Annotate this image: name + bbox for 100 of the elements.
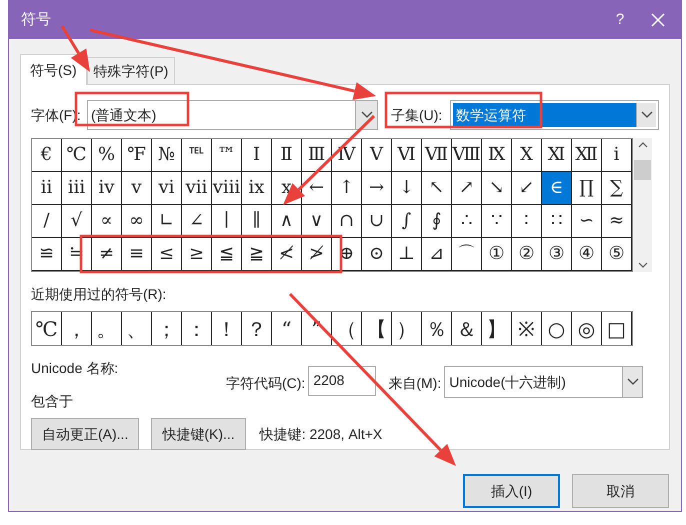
recent-symbol-cell[interactable]: ◎ — [572, 312, 602, 345]
symbol-cell[interactable]: ℡ — [182, 139, 212, 172]
symbol-cell[interactable]: ≮ — [272, 238, 302, 271]
symbol-cell[interactable]: ↖ — [422, 172, 452, 205]
symbol-cell[interactable]: ≦ — [212, 238, 242, 271]
symbol-cell[interactable]: ↗ — [452, 172, 482, 205]
symbol-cell[interactable]: ∧ — [272, 205, 302, 238]
recent-symbol-cell[interactable]: 】 — [482, 312, 512, 345]
symbol-cell[interactable]: √ — [62, 205, 92, 238]
recent-symbol-cell[interactable]: 、 — [122, 312, 152, 345]
symbol-cell[interactable]: ∴ — [452, 205, 482, 238]
tab[interactable]: 符号(S) — [20, 54, 87, 85]
help-button[interactable]: ? — [605, 8, 635, 32]
symbol-cell[interactable]: ↑ — [332, 172, 362, 205]
symbol-cell[interactable]: ⊥ — [392, 238, 422, 271]
symbol-cell[interactable]: ∞ — [122, 205, 152, 238]
scroll-down-icon[interactable] — [638, 262, 648, 268]
symbol-cell[interactable]: ↘ — [482, 172, 512, 205]
symbol-cell[interactable]: ∈ — [542, 172, 572, 205]
symbol-cell[interactable]: ∮ — [422, 205, 452, 238]
symbol-cell[interactable]: Ⅻ — [572, 139, 602, 172]
symbol-cell[interactable]: ℃ — [62, 139, 92, 172]
symbol-cell[interactable]: ⅲ — [62, 172, 92, 205]
symbol-cell[interactable]: Ⅷ — [452, 139, 482, 172]
symbol-cell[interactable]: ≯ — [302, 238, 332, 271]
symbol-cell[interactable]: Ⅸ — [482, 139, 512, 172]
symbol-cell[interactable]: Ⅵ — [392, 139, 422, 172]
symbol-cell[interactable]: ⌒ — [452, 238, 482, 271]
symbol-cell[interactable]: ∥ — [242, 205, 272, 238]
char-code-field[interactable]: 2208 — [308, 366, 376, 396]
symbol-cell[interactable]: % — [92, 139, 122, 172]
symbol-cell[interactable]: ∩ — [332, 205, 362, 238]
symbol-cell[interactable]: ⅷ — [212, 172, 242, 205]
symbol-cell[interactable]: ∪ — [362, 205, 392, 238]
recent-symbol-cell[interactable]: ○ — [542, 312, 572, 345]
recent-symbol-cell[interactable]: （ — [332, 312, 362, 345]
dialog-button[interactable]: 自动更正(A)... — [31, 418, 140, 450]
symbol-cell[interactable]: Ⅴ — [362, 139, 392, 172]
tab[interactable]: 特殊字符(P) — [86, 57, 176, 84]
symbol-cell[interactable]: ∫ — [392, 205, 422, 238]
from-dropdown[interactable]: Unicode(十六进制) — [444, 366, 644, 398]
scroll-thumb[interactable] — [634, 160, 651, 180]
symbol-cell[interactable]: ≡ — [122, 238, 152, 271]
recent-symbol-cell[interactable]: 【 — [362, 312, 392, 345]
symbol-cell[interactable]: ≥ — [182, 238, 212, 271]
symbol-cell[interactable]: ∕ — [32, 205, 62, 238]
symbol-cell[interactable]: ℉ — [122, 139, 152, 172]
symbol-cell[interactable]: ① — [482, 238, 512, 271]
symbol-cell[interactable]: ∏ — [572, 172, 602, 205]
font-dropdown[interactable]: (普通文本) — [87, 100, 378, 130]
symbol-cell[interactable]: ② — [512, 238, 542, 271]
symbol-cell[interactable]: ④ — [572, 238, 602, 271]
symbol-cell[interactable]: ∑ — [602, 172, 632, 205]
footer-button[interactable]: 插入(I) — [463, 474, 560, 508]
symbol-cell[interactable]: ⊙ — [362, 238, 392, 271]
symbol-cell[interactable]: Ⅹ — [512, 139, 542, 172]
symbol-cell[interactable]: Ⅶ — [422, 139, 452, 172]
symbol-cell[interactable]: ⅳ — [92, 172, 122, 205]
symbol-cell[interactable]: ∠ — [182, 205, 212, 238]
scrollbar[interactable] — [633, 138, 652, 272]
dialog-button[interactable]: 快捷键(K)... — [151, 418, 246, 450]
symbol-cell[interactable]: ⅸ — [242, 172, 272, 205]
scroll-up-icon[interactable] — [638, 142, 648, 148]
recent-symbol-cell[interactable]: 。 — [92, 312, 122, 345]
symbol-cell[interactable]: Ⅲ — [302, 139, 332, 172]
symbol-cell[interactable]: ⅵ — [152, 172, 182, 205]
symbol-cell[interactable]: ∷ — [542, 205, 572, 238]
symbol-cell[interactable]: Ⅱ — [272, 139, 302, 172]
recent-symbol-cell[interactable]: “ — [272, 312, 302, 345]
recent-symbol-cell[interactable]: □ — [602, 312, 632, 345]
symbol-cell[interactable]: ⅰ — [602, 139, 632, 172]
symbol-cell[interactable]: ™ — [212, 139, 242, 172]
recent-symbol-cell[interactable]: ％ — [422, 312, 452, 345]
symbol-cell[interactable]: → — [362, 172, 392, 205]
symbol-cell[interactable]: ∵ — [482, 205, 512, 238]
symbol-cell[interactable]: € — [32, 139, 62, 172]
symbol-cell[interactable]: ∟ — [152, 205, 182, 238]
subset-dropdown[interactable]: 数学运算符 — [450, 100, 659, 130]
symbol-cell[interactable]: ≧ — [242, 238, 272, 271]
symbol-cell[interactable]: ⅴ — [122, 172, 152, 205]
recent-symbol-cell[interactable]: ； — [152, 312, 182, 345]
recent-symbol-cell[interactable]: ， — [62, 312, 92, 345]
recent-symbol-cell[interactable]: ！ — [212, 312, 242, 345]
symbol-cell[interactable]: ∨ — [302, 205, 332, 238]
symbol-cell[interactable]: ↓ — [392, 172, 422, 205]
footer-button[interactable]: 取消 — [572, 474, 669, 508]
recent-symbol-cell[interactable]: ＆ — [452, 312, 482, 345]
symbol-cell[interactable]: ∶ — [512, 205, 542, 238]
symbol-cell[interactable]: ③ — [542, 238, 572, 271]
symbol-cell[interactable]: ∝ — [92, 205, 122, 238]
symbol-cell[interactable]: № — [152, 139, 182, 172]
recent-symbol-cell[interactable]: ： — [182, 312, 212, 345]
symbol-cell[interactable]: ⅶ — [182, 172, 212, 205]
symbol-cell[interactable]: ≤ — [152, 238, 182, 271]
symbol-cell[interactable]: ≌ — [32, 238, 62, 271]
symbol-cell[interactable]: Ⅰ — [242, 139, 272, 172]
symbol-cell[interactable]: ≠ — [92, 238, 122, 271]
symbol-cell[interactable]: ∣ — [212, 205, 242, 238]
symbol-cell[interactable]: ∽ — [572, 205, 602, 238]
recent-symbol-cell[interactable]: ※ — [512, 312, 542, 345]
